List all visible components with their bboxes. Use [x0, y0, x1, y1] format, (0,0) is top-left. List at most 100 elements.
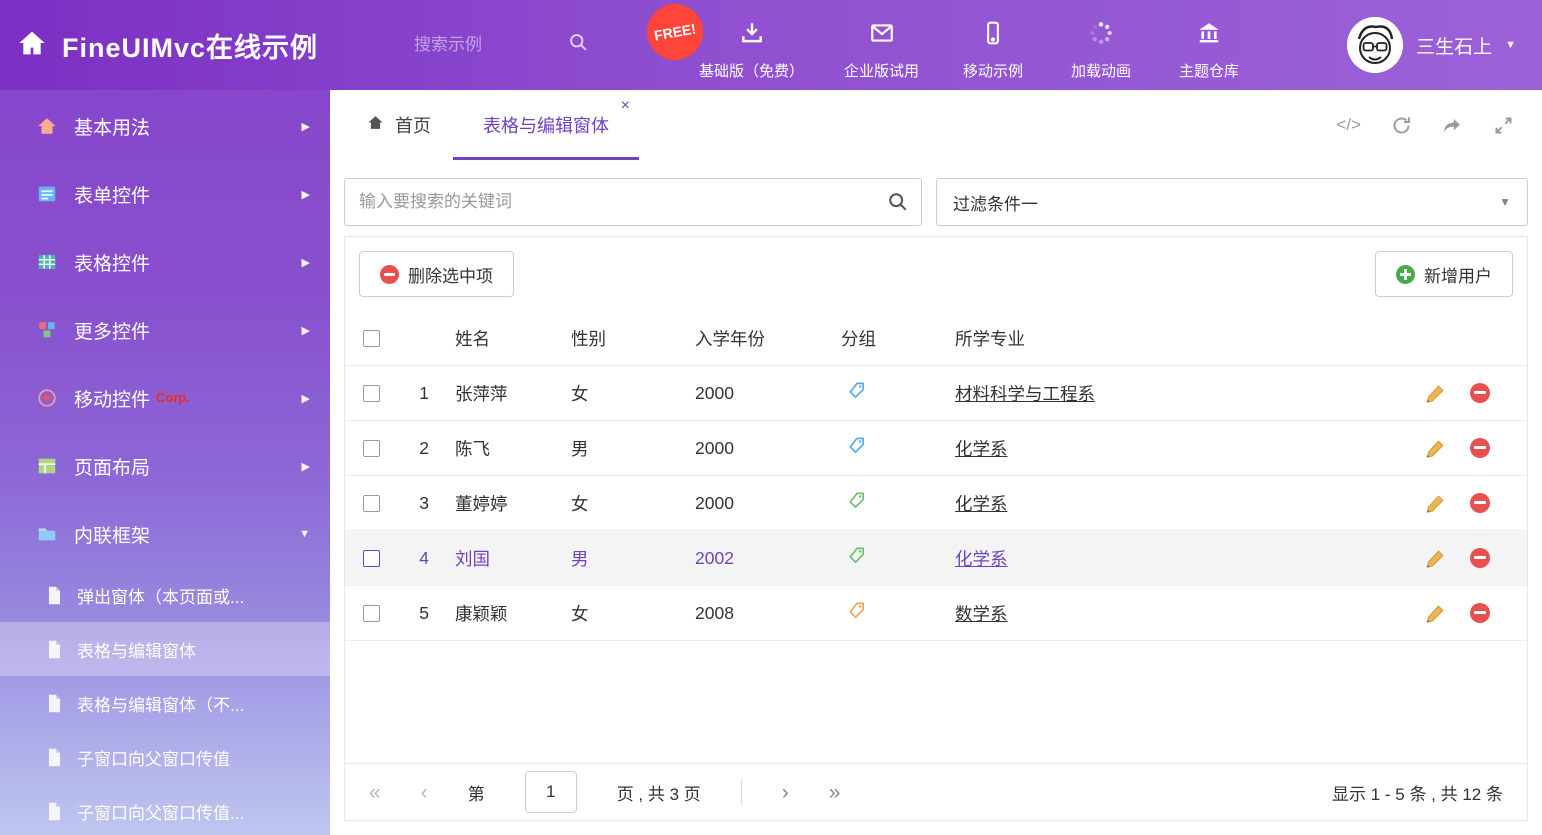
nav-item-enterprise-trial[interactable]: 企业版试用	[824, 10, 939, 81]
home-logo-icon	[16, 27, 48, 64]
table-row[interactable]: 4 刘国 男 2002 化学系	[345, 531, 1527, 586]
edit-pencil-icon[interactable]	[1425, 548, 1446, 569]
nav-item-label: 基础版（免费）	[699, 60, 804, 81]
select-all-checkbox[interactable]	[363, 330, 380, 347]
close-icon[interactable]: ×	[621, 98, 630, 114]
sidebar-subitem-label: 表格与编辑窗体	[77, 637, 196, 662]
table-header: 姓名 性别 入学年份 分组 所学专业	[345, 311, 1527, 366]
major-link[interactable]: 数学系	[955, 604, 1008, 624]
nav-item-mobile-demo[interactable]: 移动示例	[939, 10, 1047, 81]
tab-home[interactable]: 首页	[344, 90, 453, 160]
col-year[interactable]: 入学年份	[695, 326, 841, 351]
delete-row-icon[interactable]	[1470, 438, 1490, 458]
table-row[interactable]: 3 董婷婷 女 2000 化学系	[345, 476, 1527, 531]
edit-pencil-icon[interactable]	[1425, 438, 1446, 459]
chevron-right-icon: ▶	[302, 460, 310, 473]
search-icon[interactable]	[877, 181, 919, 223]
sidebar-subitem-label: 表格与编辑窗体（不...	[77, 691, 244, 716]
table-row[interactable]: 1 张萍萍 女 2000 材料科学与工程系	[345, 366, 1527, 421]
table-row[interactable]: 2 陈飞 男 2000 化学系	[345, 421, 1527, 476]
next-page-icon[interactable]: ›	[782, 782, 789, 803]
sidebar-subitem-label: 子窗口向父窗口传值	[77, 745, 230, 770]
sidebar-subitem-grid-edit-window[interactable]: 表格与编辑窗体	[0, 622, 330, 676]
row-checkbox[interactable]	[363, 440, 380, 457]
row-checkbox[interactable]	[363, 550, 380, 567]
header-search-input[interactable]	[412, 34, 542, 56]
sidebar-item-inline-frame[interactable]: 内联框架 ▼	[0, 500, 330, 568]
sidebar-item-form-controls[interactable]: 表单控件 ▶	[0, 160, 330, 228]
search-icon[interactable]	[568, 32, 589, 58]
edit-pencil-icon[interactable]	[1425, 383, 1446, 404]
top-header: FineUIMvc在线示例 FREE! 基础版（免费） 企业版试用	[0, 0, 1542, 90]
last-page-icon[interactable]: »	[829, 782, 841, 803]
tab-grid-edit-window[interactable]: 表格与编辑窗体 ×	[453, 90, 639, 160]
sidebar-subitem-grid-edit-window-2[interactable]: 表格与编辑窗体（不...	[0, 676, 330, 730]
header-nav: FREE! 基础版（免费） 企业版试用 移动示例	[679, 10, 1263, 81]
corp-badge: Corp.	[156, 390, 190, 405]
keyword-input[interactable]	[344, 178, 922, 226]
delete-row-icon[interactable]	[1470, 603, 1490, 623]
sidebar-item-more-controls[interactable]: 更多控件 ▶	[0, 296, 330, 364]
prev-page-icon[interactable]: ‹	[421, 782, 428, 803]
nav-item-theme-store[interactable]: 主题仓库	[1155, 10, 1263, 81]
major-link[interactable]: 化学系	[955, 549, 1008, 569]
tab-label: 首页	[395, 112, 431, 138]
header-search[interactable]	[412, 32, 617, 58]
col-major[interactable]: 所学专业	[955, 326, 1425, 351]
filter-row: 过滤条件一 ▼	[330, 160, 1542, 234]
page-label-prefix: 第	[468, 780, 485, 805]
filter-dropdown[interactable]: 过滤条件一 ▼	[936, 178, 1528, 226]
cell-gender: 女	[571, 601, 695, 626]
tab-label: 表格与编辑窗体	[483, 112, 609, 138]
chevron-right-icon: ▶	[302, 256, 310, 269]
edit-pencil-icon[interactable]	[1425, 493, 1446, 514]
record-summary: 显示 1 - 5 条 , 共 12 条	[1332, 780, 1503, 805]
cell-gender: 女	[571, 491, 695, 516]
sidebar-subitem-child-to-parent-2[interactable]: 子窗口向父窗口传值...	[0, 784, 330, 835]
refresh-icon[interactable]	[1391, 115, 1412, 136]
major-link[interactable]: 材料科学与工程系	[955, 384, 1095, 404]
nav-item-loading-animation[interactable]: 加载动画	[1047, 10, 1155, 81]
cubes-icon	[36, 319, 58, 341]
col-name[interactable]: 姓名	[455, 326, 571, 351]
mobile-icon	[980, 20, 1006, 51]
cell-name: 陈飞	[455, 436, 571, 461]
delete-selected-button[interactable]: 删除选中项	[359, 251, 514, 297]
sidebar-subitem-popup-window[interactable]: 弹出窗体（本页面或...	[0, 568, 330, 622]
delete-row-icon[interactable]	[1470, 493, 1490, 513]
avatar[interactable]	[1347, 17, 1403, 73]
cell-gender: 男	[571, 436, 695, 461]
sidebar-item-basic-usage[interactable]: 基本用法 ▶	[0, 92, 330, 160]
delete-row-icon[interactable]	[1470, 548, 1490, 568]
sidebar-item-page-layout[interactable]: 页面布局 ▶	[0, 432, 330, 500]
keyword-search[interactable]	[344, 178, 922, 226]
share-icon[interactable]	[1442, 115, 1463, 136]
first-page-icon[interactable]: «	[369, 782, 381, 803]
nav-item-basic-edition[interactable]: FREE! 基础版（免费）	[679, 10, 824, 81]
major-link[interactable]: 化学系	[955, 439, 1008, 459]
col-group[interactable]: 分组	[841, 326, 955, 351]
expand-icon[interactable]	[1493, 115, 1514, 136]
table-row[interactable]: 5 康颖颖 女 2008 数学系	[345, 586, 1527, 641]
add-user-button[interactable]: 新增用户	[1375, 251, 1513, 297]
sidebar-item-grid-controls[interactable]: 表格控件 ▶	[0, 228, 330, 296]
delete-row-icon[interactable]	[1470, 383, 1490, 403]
sidebar-item-mobile-controls[interactable]: 移动控件 Corp. ▶	[0, 364, 330, 432]
row-checkbox[interactable]	[363, 495, 380, 512]
brand[interactable]: FineUIMvc在线示例	[0, 26, 412, 65]
sidebar-subitem-child-to-parent[interactable]: 子窗口向父窗口传值	[0, 730, 330, 784]
cell-name: 康颖颖	[455, 601, 571, 626]
source-code-icon[interactable]: </>	[1336, 115, 1361, 135]
row-checkbox[interactable]	[363, 385, 380, 402]
col-gender[interactable]: 性别	[571, 326, 695, 351]
major-link[interactable]: 化学系	[955, 494, 1008, 514]
cell-gender: 女	[571, 381, 695, 406]
add-user-label: 新增用户	[1424, 262, 1492, 287]
nav-item-label: 主题仓库	[1179, 60, 1239, 81]
home-icon	[366, 113, 385, 137]
user-menu[interactable]: 三生石上 ▼	[1347, 17, 1542, 73]
page-number-input[interactable]	[525, 771, 577, 813]
layout-icon	[36, 455, 58, 477]
row-checkbox[interactable]	[363, 605, 380, 622]
edit-pencil-icon[interactable]	[1425, 603, 1446, 624]
